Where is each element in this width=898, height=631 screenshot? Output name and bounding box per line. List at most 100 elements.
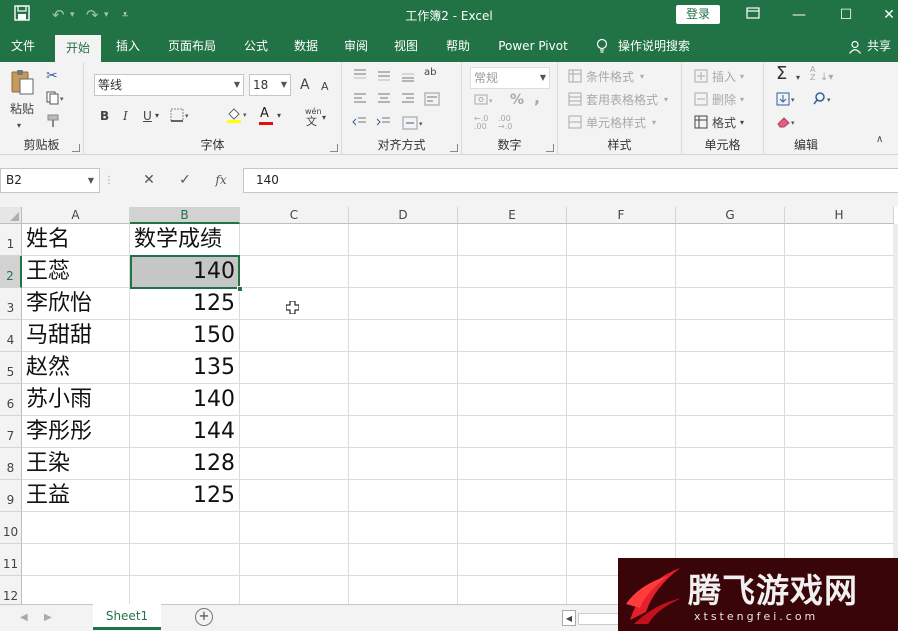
share-button[interactable]: 共享	[864, 31, 894, 62]
align-top-icon[interactable]	[352, 68, 368, 86]
cell-h2[interactable]	[785, 256, 894, 288]
cell-a3[interactable]: 李欣怡	[22, 288, 130, 320]
minimize-icon[interactable]: —	[784, 4, 814, 26]
conditional-format-button[interactable]: 条件格式	[586, 69, 634, 85]
insert-function-icon[interactable]: fx	[206, 168, 236, 193]
scroll-left-icon[interactable]: ◀	[562, 610, 576, 626]
cell-a2[interactable]: 王蕊	[22, 256, 130, 288]
font-size-combo[interactable]: 18 ▼	[249, 74, 291, 96]
column-header-g[interactable]: G	[676, 207, 785, 224]
merge-center-icon[interactable]: ▾	[402, 116, 426, 134]
cell-h1[interactable]	[785, 224, 894, 256]
cell-g1[interactable]	[676, 224, 785, 256]
column-header-c[interactable]: C	[240, 207, 349, 224]
column-header-b[interactable]: B	[130, 207, 240, 224]
cell-e6[interactable]	[458, 384, 567, 416]
copy-icon[interactable]: ▾	[46, 91, 64, 109]
cell-a5[interactable]: 赵然	[22, 352, 130, 384]
cell-b3[interactable]: 125	[130, 288, 240, 320]
cell-g7[interactable]	[676, 416, 785, 448]
delete-cells-dropdown-icon[interactable]: ▾	[740, 92, 744, 108]
cell-g4[interactable]	[676, 320, 785, 352]
paste-dropdown-icon[interactable]: ▾	[17, 118, 21, 134]
undo-icon[interactable]: ↶	[52, 5, 65, 25]
cell-g5[interactable]	[676, 352, 785, 384]
tab-file[interactable]: 文件	[0, 31, 46, 62]
row-header-10[interactable]: 10	[0, 512, 22, 544]
wrap-text-icon[interactable]	[424, 92, 442, 110]
cell-d10[interactable]	[349, 512, 458, 544]
cell-h10[interactable]	[785, 512, 894, 544]
delete-cells-icon[interactable]	[694, 92, 708, 110]
decrease-decimal-icon[interactable]: .00 →.0	[498, 115, 512, 131]
cell-d11[interactable]	[349, 544, 458, 576]
format-as-table-icon[interactable]	[568, 92, 582, 110]
cell-b10[interactable]	[130, 512, 240, 544]
cell-e11[interactable]	[458, 544, 567, 576]
format-as-table-button[interactable]: 套用表格格式	[586, 92, 658, 108]
cell-b4[interactable]: 150	[130, 320, 240, 352]
increase-decimal-icon[interactable]: ←.0.00	[474, 115, 488, 131]
row-header-8[interactable]: 8	[0, 448, 22, 480]
cell-f4[interactable]	[567, 320, 676, 352]
cell-b7[interactable]: 144	[130, 416, 240, 448]
orientation-icon[interactable]: ab	[424, 65, 436, 81]
insert-cells-icon[interactable]	[694, 69, 708, 87]
format-painter-icon[interactable]	[46, 114, 62, 132]
cell-h9[interactable]	[785, 480, 894, 512]
select-all-button[interactable]	[0, 207, 22, 224]
cell-f9[interactable]	[567, 480, 676, 512]
font-color-icon[interactable]: A	[260, 106, 269, 122]
align-center-icon[interactable]	[376, 92, 392, 110]
column-header-a[interactable]: A	[22, 207, 130, 224]
cell-f6[interactable]	[567, 384, 676, 416]
row-header-5[interactable]: 5	[0, 352, 22, 384]
cell-c1[interactable]	[240, 224, 349, 256]
formula-input[interactable]: 140	[243, 168, 898, 193]
save-icon[interactable]	[14, 5, 30, 26]
font-color-dropdown-icon[interactable]: ▾	[277, 108, 281, 124]
row-header-12[interactable]: 12	[0, 576, 22, 604]
borders-icon[interactable]: ▾	[170, 107, 190, 127]
cell-g6[interactable]	[676, 384, 785, 416]
cell-styles-button[interactable]: 单元格样式	[586, 115, 646, 131]
name-box[interactable]: B2 ▼	[0, 168, 100, 193]
maximize-icon[interactable]: ☐	[831, 4, 861, 26]
conditional-format-icon[interactable]	[568, 69, 582, 87]
cell-e10[interactable]	[458, 512, 567, 544]
prev-sheet-icon[interactable]: ◀	[20, 610, 28, 626]
align-middle-icon[interactable]	[376, 68, 392, 86]
column-header-d[interactable]: D	[349, 207, 458, 224]
cell-e9[interactable]	[458, 480, 567, 512]
name-box-dropdown-icon[interactable]: ▼	[88, 169, 94, 192]
cell-a6[interactable]: 苏小雨	[22, 384, 130, 416]
cell-c11[interactable]	[240, 544, 349, 576]
sheet-tab-sheet1[interactable]: Sheet1	[93, 604, 161, 630]
cell-e3[interactable]	[458, 288, 567, 320]
clipboard-launcher-icon[interactable]	[72, 144, 80, 152]
cell-d5[interactable]	[349, 352, 458, 384]
cell-d8[interactable]	[349, 448, 458, 480]
cell-h8[interactable]	[785, 448, 894, 480]
insert-cells-button[interactable]: 插入	[712, 69, 736, 85]
undo-dropdown-icon[interactable]: ▾	[70, 5, 75, 25]
cell-g2[interactable]	[676, 256, 785, 288]
cell-h7[interactable]	[785, 416, 894, 448]
cell-e1[interactable]	[458, 224, 567, 256]
cell-e5[interactable]	[458, 352, 567, 384]
cell-d4[interactable]	[349, 320, 458, 352]
tell-me-search[interactable]: 操作说明搜索	[618, 31, 698, 62]
redo-icon[interactable]: ↷	[86, 5, 99, 25]
cell-a7[interactable]: 李彤彤	[22, 416, 130, 448]
fill-icon[interactable]: ▾	[776, 92, 798, 110]
row-header-7[interactable]: 7	[0, 416, 22, 448]
number-format-combo[interactable]: 常规 ▼	[470, 67, 550, 89]
row-header-1[interactable]: 1	[0, 224, 22, 256]
cancel-icon[interactable]: ✕	[134, 168, 164, 193]
font-size-dropdown-icon[interactable]: ▼	[281, 75, 287, 95]
cell-f5[interactable]	[567, 352, 676, 384]
cell-c6[interactable]	[240, 384, 349, 416]
cell-b1[interactable]: 数学成绩	[130, 224, 240, 256]
insert-cells-dropdown-icon[interactable]: ▾	[740, 69, 744, 85]
row-header-3[interactable]: 3	[0, 288, 22, 320]
